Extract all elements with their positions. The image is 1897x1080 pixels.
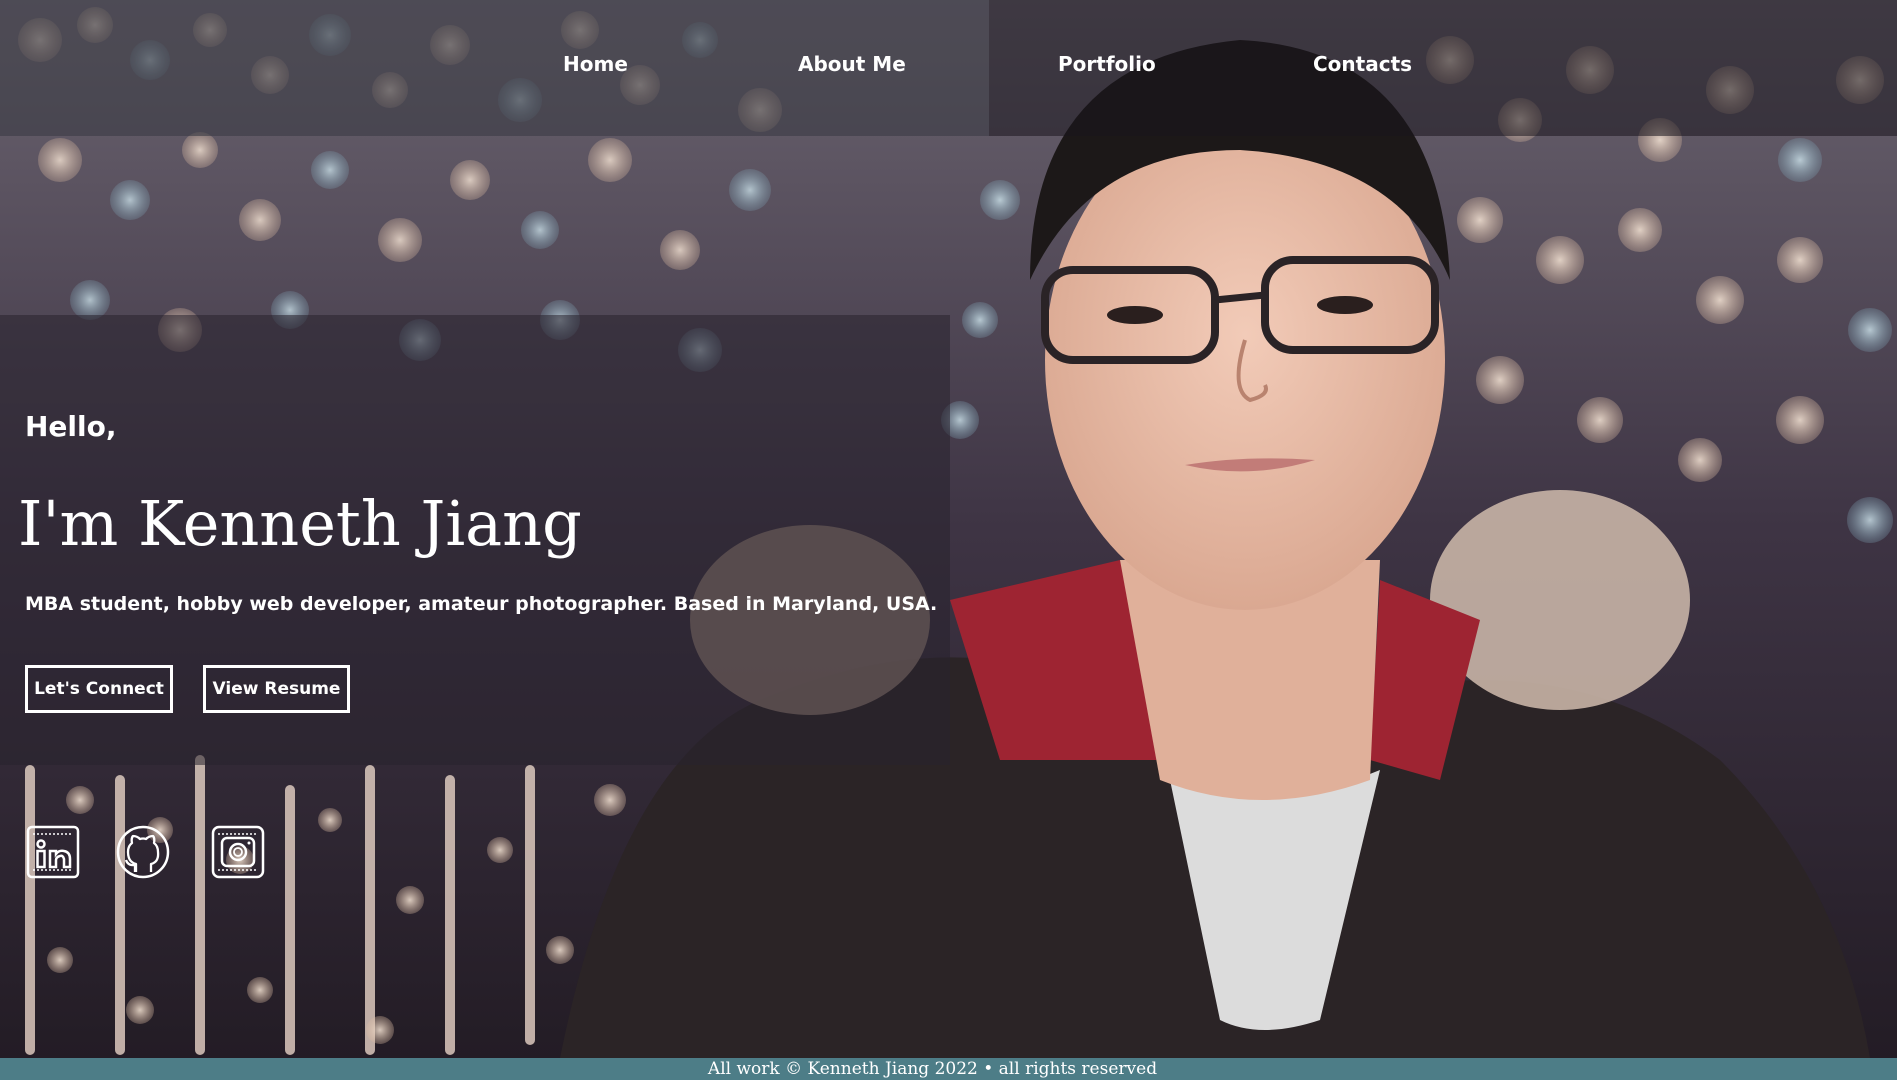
footer-copyright: All work © Kenneth Jiang 2022 • all righ… — [707, 1059, 1158, 1079]
nav-item-about-me[interactable]: About Me — [798, 52, 906, 76]
nav-item-portfolio[interactable]: Portfolio — [1058, 52, 1156, 76]
view-resume-button[interactable]: View Resume — [203, 665, 350, 713]
nav-item-contacts[interactable]: Contacts — [1313, 52, 1412, 76]
footer: All work © Kenneth Jiang 2022 • all righ… — [0, 1058, 1897, 1080]
instagram-icon[interactable] — [210, 824, 266, 880]
nav-item-home[interactable]: Home — [563, 52, 628, 76]
hero-panel: Hello, I'm Kenneth Jiang MBA student, ho… — [0, 315, 950, 765]
top-navigation: Home About Me Portfolio Contacts — [0, 0, 1897, 136]
greeting: Hello, — [25, 410, 117, 443]
hero-name-heading: I'm Kenneth Jiang — [18, 487, 582, 560]
lets-connect-button[interactable]: Let's Connect — [25, 665, 173, 713]
hero-tagline: MBA student, hobby web developer, amateu… — [25, 593, 938, 615]
linkedin-icon[interactable] — [25, 824, 81, 880]
github-icon[interactable] — [115, 824, 171, 880]
page: Home About Me Portfolio Contacts Hello, … — [0, 0, 1897, 1080]
